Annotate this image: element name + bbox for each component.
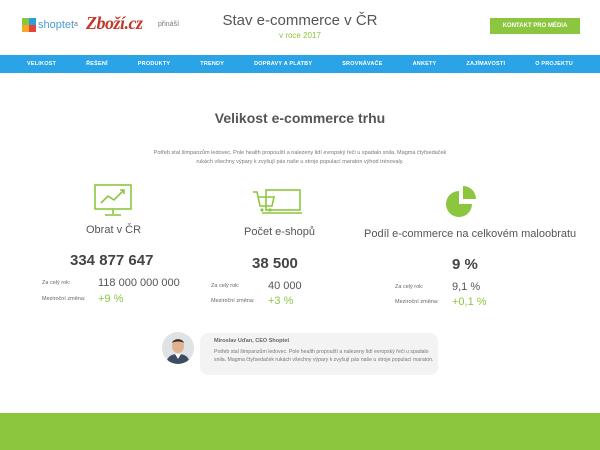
stat-share-year-label: Za celý rok: — [395, 284, 424, 290]
stat-share-value: 9 % — [452, 256, 478, 273]
nav-item-dopravy-a-platby[interactable]: DOPRAVY A PLATBY — [254, 61, 312, 67]
stat-eshops-change-value: +3 % — [268, 295, 294, 307]
shopping-cart-icon — [253, 189, 302, 214]
stat-turnover-year-label: Za celý rok: — [42, 280, 71, 286]
stat-turnover-value: 334 877 647 — [70, 252, 154, 269]
stat-turnover-year-value: 118 000 000 000 — [98, 277, 180, 289]
chart-monitor-icon — [94, 184, 132, 216]
stat-share-change-label: Meziroční změna: — [395, 299, 439, 305]
site-title-block: Stav e-commerce v ČR v roce 2017 — [200, 12, 400, 40]
stat-share-label: Podíl e-commerce na celkovém maloobratu — [364, 228, 577, 240]
pie-chart-icon — [446, 186, 476, 217]
stat-turnover-label: Obrat v ČR — [86, 224, 142, 236]
nav-item-velikost[interactable]: VELIKOST — [27, 61, 56, 67]
footer-band — [0, 413, 600, 450]
page-subtitle: v roce 2017 — [279, 31, 321, 40]
nav-item-o-projektu[interactable]: O PROJEKTU — [535, 61, 573, 67]
media-contact-button[interactable]: KONTAKT PRO MÉDIA — [490, 18, 580, 34]
shoptet-logo-mark-icon — [22, 18, 36, 32]
intro-text: Potřeb stal šimpanzům ledovec. Pole heal… — [153, 150, 447, 165]
person-photo-icon — [162, 332, 194, 364]
stat-eshops-change-label: Meziroční změna: — [211, 298, 255, 304]
stat-turnover-change-value: +9 % — [98, 293, 124, 305]
shoptet-logo[interactable]: shoptet — [22, 18, 74, 32]
stat-eshops-value: 38 500 — [252, 255, 298, 272]
nav-item-ankety[interactable]: ANKETY — [413, 61, 437, 67]
stat-eshops-year-value: 40 000 — [268, 280, 302, 292]
nav-item-produkty[interactable]: PRODUKTY — [138, 61, 170, 67]
stat-turnover-change-label: Meziroční změna: — [42, 296, 86, 302]
main-nav: VELIKOST ŘEŠENÍ PRODUKTY TRENDY DOPRAVY … — [0, 55, 600, 73]
brings-text: přináší — [158, 21, 180, 28]
header: shoptet a Zboží.cz přináší Stav e-commer… — [0, 0, 600, 55]
quote-author: Miroslav Uďan, CEO Shoptet — [214, 338, 290, 344]
page-title: Stav e-commerce v ČR — [222, 12, 378, 29]
avatar — [162, 332, 194, 364]
nav-item-srovnavace[interactable]: SROVNÁVAČE — [342, 61, 382, 67]
nav-item-reseni[interactable]: ŘEŠENÍ — [86, 61, 108, 67]
nav-item-zajimavosti[interactable]: ZAJÍMAVOSTI — [466, 61, 505, 67]
stat-eshops-label: Počet e-shopů — [244, 226, 315, 238]
logo-connector-text: a — [74, 21, 78, 28]
zbozi-logo[interactable]: Zboží.cz — [86, 13, 143, 34]
quote-text: Potřeb stal šimpanzům ledovec. Pole heal… — [214, 349, 434, 363]
nav-item-trendy[interactable]: TRENDY — [200, 61, 224, 67]
stat-share-year-value: 9,1 % — [452, 281, 481, 293]
stat-eshops-year-label: Za celý rok: — [211, 283, 240, 289]
section-title: Velikost e-commerce trhu — [214, 110, 386, 126]
shoptet-logo-text: shoptet — [38, 19, 75, 31]
stat-share-change-value: +0,1 % — [452, 296, 487, 308]
